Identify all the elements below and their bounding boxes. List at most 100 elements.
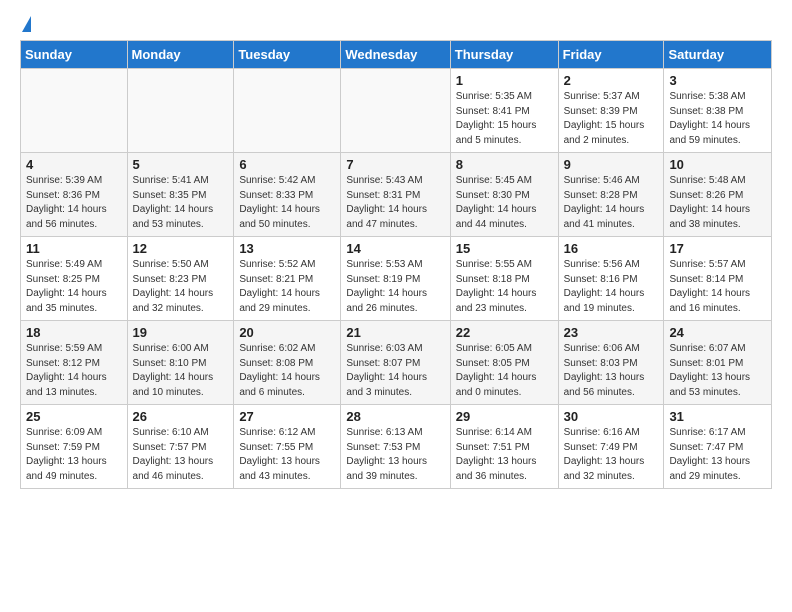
calendar-cell: 31 Sunrise: 6:17 AM Sunset: 7:47 PM Dayli… <box>664 405 772 489</box>
calendar-cell: 27Sunrise: 6:12 AM Sunset: 7:55 PM Dayli… <box>234 405 341 489</box>
calendar-cell: 22 Sunrise: 6:05 AM Sunset: 8:05 PM Dayli… <box>450 321 558 405</box>
logo-text <box>20 16 31 32</box>
calendar-cell <box>341 69 450 153</box>
day-number: 31 <box>669 409 766 424</box>
day-number: 10 <box>669 157 766 172</box>
calendar-cell: 7Sunrise: 5:43 AM Sunset: 8:31 PM Daylig… <box>341 153 450 237</box>
calendar-cell: 19Sunrise: 6:00 AM Sunset: 8:10 PM Dayli… <box>127 321 234 405</box>
calendar-cell: 25 Sunrise: 6:09 AM Sunset: 7:59 PM Dayli… <box>21 405 128 489</box>
day-number: 5 <box>133 157 229 172</box>
day-info: Sunrise: 5:35 AM Sunset: 8:41 PM Dayligh… <box>456 90 553 148</box>
day-info: Sunrise: 6:02 AM Sunset: 8:08 PM Dayligh… <box>239 342 335 400</box>
weekday-header-saturday: Saturday <box>664 41 772 69</box>
day-number: 2 <box>564 73 659 88</box>
calendar-cell: 28Sunrise: 6:13 AM Sunset: 7:53 PM Dayli… <box>341 405 450 489</box>
day-info: Sunrise: 5:59 AM Sunset: 8:12 PM Dayligh… <box>26 342 122 400</box>
day-info: Sunrise: 5:45 AM Sunset: 8:30 PM Dayligh… <box>456 174 553 232</box>
day-number: 12 <box>133 241 229 256</box>
day-number: 14 <box>346 241 444 256</box>
day-info: Sunrise: 6:12 AM Sunset: 7:55 PM Dayligh… <box>239 426 335 484</box>
day-info: Sunrise: 6:03 AM Sunset: 8:07 PM Dayligh… <box>346 342 444 400</box>
day-number: 13 <box>239 241 335 256</box>
calendar-cell: 11Sunrise: 5:49 AM Sunset: 8:25 PM Dayli… <box>21 237 128 321</box>
weekday-header-friday: Friday <box>558 41 664 69</box>
day-number: 16 <box>564 241 659 256</box>
logo <box>20 16 31 32</box>
day-number: 24 <box>669 325 766 340</box>
weekday-header-monday: Monday <box>127 41 234 69</box>
calendar-cell: 17 Sunrise: 5:57 AM Sunset: 8:14 PM Dayli… <box>664 237 772 321</box>
day-info: Sunrise: 5:41 AM Sunset: 8:35 PM Dayligh… <box>133 174 229 232</box>
day-number: 6 <box>239 157 335 172</box>
day-info: Sunrise: 6:05 AM Sunset: 8:05 PM Dayligh… <box>456 342 553 400</box>
day-number: 22 <box>456 325 553 340</box>
day-number: 19 <box>133 325 229 340</box>
day-number: 11 <box>26 241 122 256</box>
day-info: Sunrise: 5:42 AM Sunset: 8:33 PM Dayligh… <box>239 174 335 232</box>
calendar-cell: 21 Sunrise: 6:03 AM Sunset: 8:07 PM Dayli… <box>341 321 450 405</box>
calendar-cell: 10 Sunrise: 5:48 AM Sunset: 8:26 PM Dayli… <box>664 153 772 237</box>
day-number: 18 <box>26 325 122 340</box>
day-number: 21 <box>346 325 444 340</box>
calendar-cell: 8 Sunrise: 5:45 AM Sunset: 8:30 PM Daylig… <box>450 153 558 237</box>
day-info: Sunrise: 5:56 AM Sunset: 8:16 PM Dayligh… <box>564 258 659 316</box>
day-info: Sunrise: 6:06 AM Sunset: 8:03 PM Dayligh… <box>564 342 659 400</box>
calendar-cell: 23 Sunrise: 6:06 AM Sunset: 8:03 PM Dayli… <box>558 321 664 405</box>
calendar-cell <box>234 69 341 153</box>
day-number: 3 <box>669 73 766 88</box>
day-number: 30 <box>564 409 659 424</box>
day-info: Sunrise: 5:48 AM Sunset: 8:26 PM Dayligh… <box>669 174 766 232</box>
day-number: 23 <box>564 325 659 340</box>
day-number: 1 <box>456 73 553 88</box>
weekday-header-tuesday: Tuesday <box>234 41 341 69</box>
day-info: Sunrise: 5:38 AM Sunset: 8:38 PM Dayligh… <box>669 90 766 148</box>
calendar-cell: 4 Sunrise: 5:39 AM Sunset: 8:36 PM Daylig… <box>21 153 128 237</box>
weekday-header-row: SundayMondayTuesdayWednesdayThursdayFrid… <box>21 41 772 69</box>
weekday-header-thursday: Thursday <box>450 41 558 69</box>
calendar-cell: 16 Sunrise: 5:56 AM Sunset: 8:16 PM Dayli… <box>558 237 664 321</box>
day-number: 9 <box>564 157 659 172</box>
day-number: 29 <box>456 409 553 424</box>
day-info: Sunrise: 5:57 AM Sunset: 8:14 PM Dayligh… <box>669 258 766 316</box>
day-info: Sunrise: 5:52 AM Sunset: 8:21 PM Dayligh… <box>239 258 335 316</box>
calendar-cell: 3 Sunrise: 5:38 AM Sunset: 8:38 PM Daylig… <box>664 69 772 153</box>
calendar-cell <box>127 69 234 153</box>
calendar-cell: 9 Sunrise: 5:46 AM Sunset: 8:28 PM Daylig… <box>558 153 664 237</box>
day-info: Sunrise: 6:09 AM Sunset: 7:59 PM Dayligh… <box>26 426 122 484</box>
week-row-2: 4 Sunrise: 5:39 AM Sunset: 8:36 PM Daylig… <box>21 153 772 237</box>
day-number: 15 <box>456 241 553 256</box>
calendar-cell: 26 Sunrise: 6:10 AM Sunset: 7:57 PM Dayli… <box>127 405 234 489</box>
calendar-cell: 14Sunrise: 5:53 AM Sunset: 8:19 PM Dayli… <box>341 237 450 321</box>
day-info: Sunrise: 6:13 AM Sunset: 7:53 PM Dayligh… <box>346 426 444 484</box>
calendar-cell: 5 Sunrise: 5:41 AM Sunset: 8:35 PM Daylig… <box>127 153 234 237</box>
weekday-header-sunday: Sunday <box>21 41 128 69</box>
day-number: 25 <box>26 409 122 424</box>
day-info: Sunrise: 5:37 AM Sunset: 8:39 PM Dayligh… <box>564 90 659 148</box>
day-info: Sunrise: 5:50 AM Sunset: 8:23 PM Dayligh… <box>133 258 229 316</box>
weekday-header-wednesday: Wednesday <box>341 41 450 69</box>
week-row-4: 18 Sunrise: 5:59 AM Sunset: 8:12 PM Dayli… <box>21 321 772 405</box>
calendar-table: SundayMondayTuesdayWednesdayThursdayFrid… <box>20 40 772 489</box>
week-row-3: 11Sunrise: 5:49 AM Sunset: 8:25 PM Dayli… <box>21 237 772 321</box>
day-info: Sunrise: 5:46 AM Sunset: 8:28 PM Dayligh… <box>564 174 659 232</box>
logo-triangle-icon <box>22 16 31 32</box>
calendar-cell: 20Sunrise: 6:02 AM Sunset: 8:08 PM Dayli… <box>234 321 341 405</box>
calendar-cell: 12 Sunrise: 5:50 AM Sunset: 8:23 PM Dayli… <box>127 237 234 321</box>
week-row-5: 25 Sunrise: 6:09 AM Sunset: 7:59 PM Dayli… <box>21 405 772 489</box>
calendar-cell: 2 Sunrise: 5:37 AM Sunset: 8:39 PM Daylig… <box>558 69 664 153</box>
day-number: 8 <box>456 157 553 172</box>
calendar-cell: 30Sunrise: 6:16 AM Sunset: 7:49 PM Dayli… <box>558 405 664 489</box>
calendar-cell: 18 Sunrise: 5:59 AM Sunset: 8:12 PM Dayli… <box>21 321 128 405</box>
day-info: Sunrise: 6:07 AM Sunset: 8:01 PM Dayligh… <box>669 342 766 400</box>
day-number: 17 <box>669 241 766 256</box>
day-info: Sunrise: 6:10 AM Sunset: 7:57 PM Dayligh… <box>133 426 229 484</box>
day-number: 26 <box>133 409 229 424</box>
day-info: Sunrise: 6:17 AM Sunset: 7:47 PM Dayligh… <box>669 426 766 484</box>
header <box>20 16 772 32</box>
day-number: 4 <box>26 157 122 172</box>
page: SundayMondayTuesdayWednesdayThursdayFrid… <box>0 0 792 505</box>
day-info: Sunrise: 5:39 AM Sunset: 8:36 PM Dayligh… <box>26 174 122 232</box>
calendar-cell: 1 Sunrise: 5:35 AM Sunset: 8:41 PM Daylig… <box>450 69 558 153</box>
day-info: Sunrise: 5:43 AM Sunset: 8:31 PM Dayligh… <box>346 174 444 232</box>
calendar-cell: 29Sunrise: 6:14 AM Sunset: 7:51 PM Dayli… <box>450 405 558 489</box>
